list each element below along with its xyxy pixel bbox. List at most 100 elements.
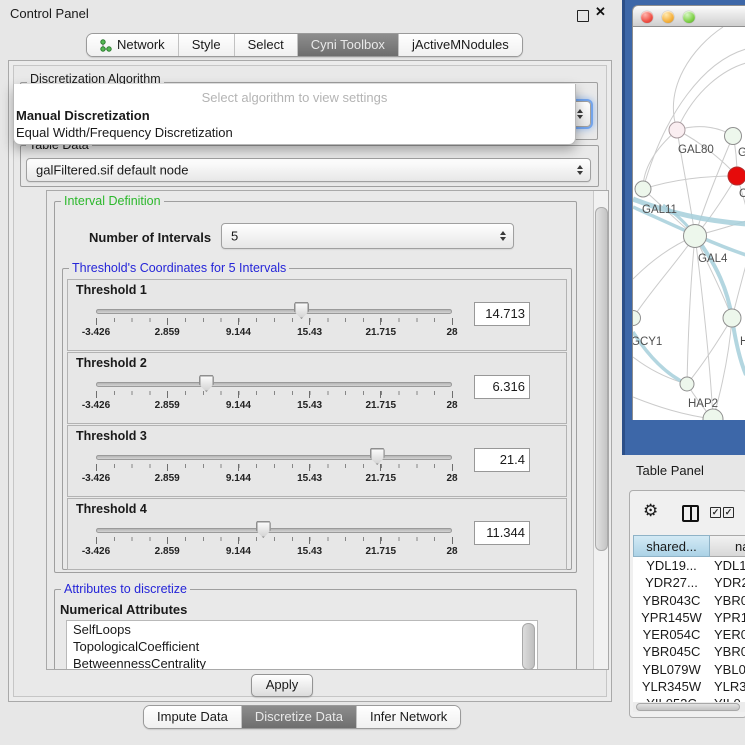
table-row[interactable]: YLR345WYLR3 [633,678,745,695]
stepper-icon [577,109,583,119]
threshold-value-field[interactable]: 11.344 [474,521,530,545]
cell-shared-name: YLR345W [633,678,710,695]
slider-major-tick [167,537,168,544]
list-item-topologicalcoefficient[interactable]: TopologicalCoefficient [67,638,537,655]
tick-label: 9.144 [216,400,260,411]
threshold-label: Threshold 4 [76,502,147,516]
tab-impute-data[interactable]: Impute Data [144,706,241,728]
network-window: GAL80 GA C GAL11 GAL4 GCY1 H HAP2 [632,5,745,420]
cell-name: YBR0 [714,592,745,609]
app-root: Control Panel ✕ NetworkStyleSelectCyni T… [0,0,745,745]
float-window-icon[interactable] [577,10,589,22]
table-data-group [20,145,599,187]
svg-text:C: C [739,188,745,200]
cell-name: YIL0 [714,695,741,702]
tick-label: 28 [430,400,474,411]
threshold-value-field[interactable]: 21.4 [474,448,530,472]
tab-select[interactable]: Select [234,34,297,56]
number-of-intervals-combobox[interactable]: 5 [221,223,514,249]
table-row[interactable]: YBL079WYBL0 [633,661,745,678]
tab-jactivemnodules[interactable]: jActiveMNodules [398,34,522,56]
tick-label: -3.426 [74,400,118,411]
slider-track[interactable] [96,309,452,314]
tick-label: 21.715 [359,546,403,557]
threshold-label: Threshold 3 [76,429,147,443]
gear-icon[interactable]: ⚙ [643,502,658,519]
slider-major-tick [380,464,381,471]
tab-label: Infer Network [370,706,447,728]
table-row[interactable]: YBR043CYBR0 [633,592,745,609]
cell-name: YER0 [714,626,745,643]
tab-style[interactable]: Style [178,34,234,56]
table-horizontal-scrollbar[interactable] [633,702,745,712]
threshold-value-field[interactable]: 6.316 [474,375,530,399]
scrollbar-thumb[interactable] [595,207,608,551]
node-gal4 [684,225,707,248]
slider-minor-ticks [96,537,453,541]
tick-label: 21.715 [359,473,403,484]
slider-thumb[interactable] [199,375,214,392]
checkbox-icon[interactable]: ✓ [723,507,734,518]
tab-infer-network[interactable]: Infer Network [356,706,460,728]
scrollbar-thumb[interactable] [636,703,740,711]
tab-discretize-data[interactable]: Discretize Data [241,706,356,728]
slider-major-tick [452,318,453,325]
attributes-group-title: Attributes to discretize [61,582,190,596]
slider-major-tick [96,318,97,325]
table-row[interactable]: YBR045CYBR0 [633,643,745,660]
zoom-window-icon[interactable] [683,11,695,23]
slider-major-tick [380,391,381,398]
minimize-window-icon[interactable] [662,11,674,23]
table-row[interactable]: YER054CYER0 [633,626,745,643]
slider-track[interactable] [96,382,452,387]
network-window-titlebar[interactable] [632,5,745,27]
table-row[interactable]: YPR145WYPR1 [633,609,745,626]
threshold-value-field[interactable]: 14.713 [474,302,530,326]
slider-major-tick [167,318,168,325]
threshold-label: Threshold 2 [76,356,147,370]
slider-thumb[interactable] [256,521,271,538]
slider-track[interactable] [96,528,452,533]
svg-text:GA: GA [738,147,745,159]
network-canvas[interactable]: GAL80 GA C GAL11 GAL4 GCY1 H HAP2 [632,27,745,420]
table-row[interactable]: YIL052C YIL0 [633,695,745,702]
slider-track[interactable] [96,455,452,460]
slider-major-tick [452,464,453,471]
table-row[interactable]: YDL19...YDL1 [633,557,745,574]
column-header-shared[interactable]: shared... [633,535,710,557]
dropdown-option-manual-discretization[interactable]: Manual Discretization [16,107,573,124]
close-icon[interactable]: ✕ [595,4,606,20]
tab-label: Discretize Data [255,706,343,728]
tab-label: Select [248,34,284,56]
split-view-icon[interactable] [682,505,699,522]
list-scrollbar-thumb[interactable] [522,623,535,670]
tick-label: -3.426 [74,327,118,338]
apply-button[interactable]: Apply [251,674,313,697]
slider-thumb[interactable] [370,448,385,465]
cell-shared-name: YIL052C [633,695,710,702]
list-item-betweennesscentrality[interactable]: BetweennessCentrality [67,655,537,670]
slider-thumb[interactable] [294,302,309,319]
checkbox-icon[interactable]: ✓ [710,507,721,518]
tick-label: 28 [430,546,474,557]
settings-scrollbar[interactable] [593,191,608,669]
dropdown-option-equal-width-frequency[interactable]: Equal Width/Frequency Discretization [16,124,573,141]
numerical-attributes-label: Numerical Attributes [60,602,187,617]
number-of-intervals-value: 5 [231,229,238,244]
slider-major-tick [452,537,453,544]
column-header-name[interactable]: na [710,535,745,557]
slider-major-tick [167,464,168,471]
slider-minor-ticks [96,464,453,468]
tab-cyni-toolbox[interactable]: Cyni Toolbox [297,34,398,56]
table-panel-title: Table Panel [636,463,704,478]
tab-network[interactable]: Network [87,34,178,56]
svg-text:GAL80: GAL80 [678,144,714,156]
node-top-right [725,128,742,145]
close-window-icon[interactable] [641,11,653,23]
threshold-label: Threshold 1 [76,283,147,297]
node-gal80 [669,122,685,138]
table-row[interactable]: YDR27...YDR2 [633,574,745,591]
list-item-selfloops[interactable]: SelfLoops [67,621,537,638]
tick-label: 9.144 [216,473,260,484]
interval-definition-group: Interval Definition Number of Intervals … [54,201,577,573]
